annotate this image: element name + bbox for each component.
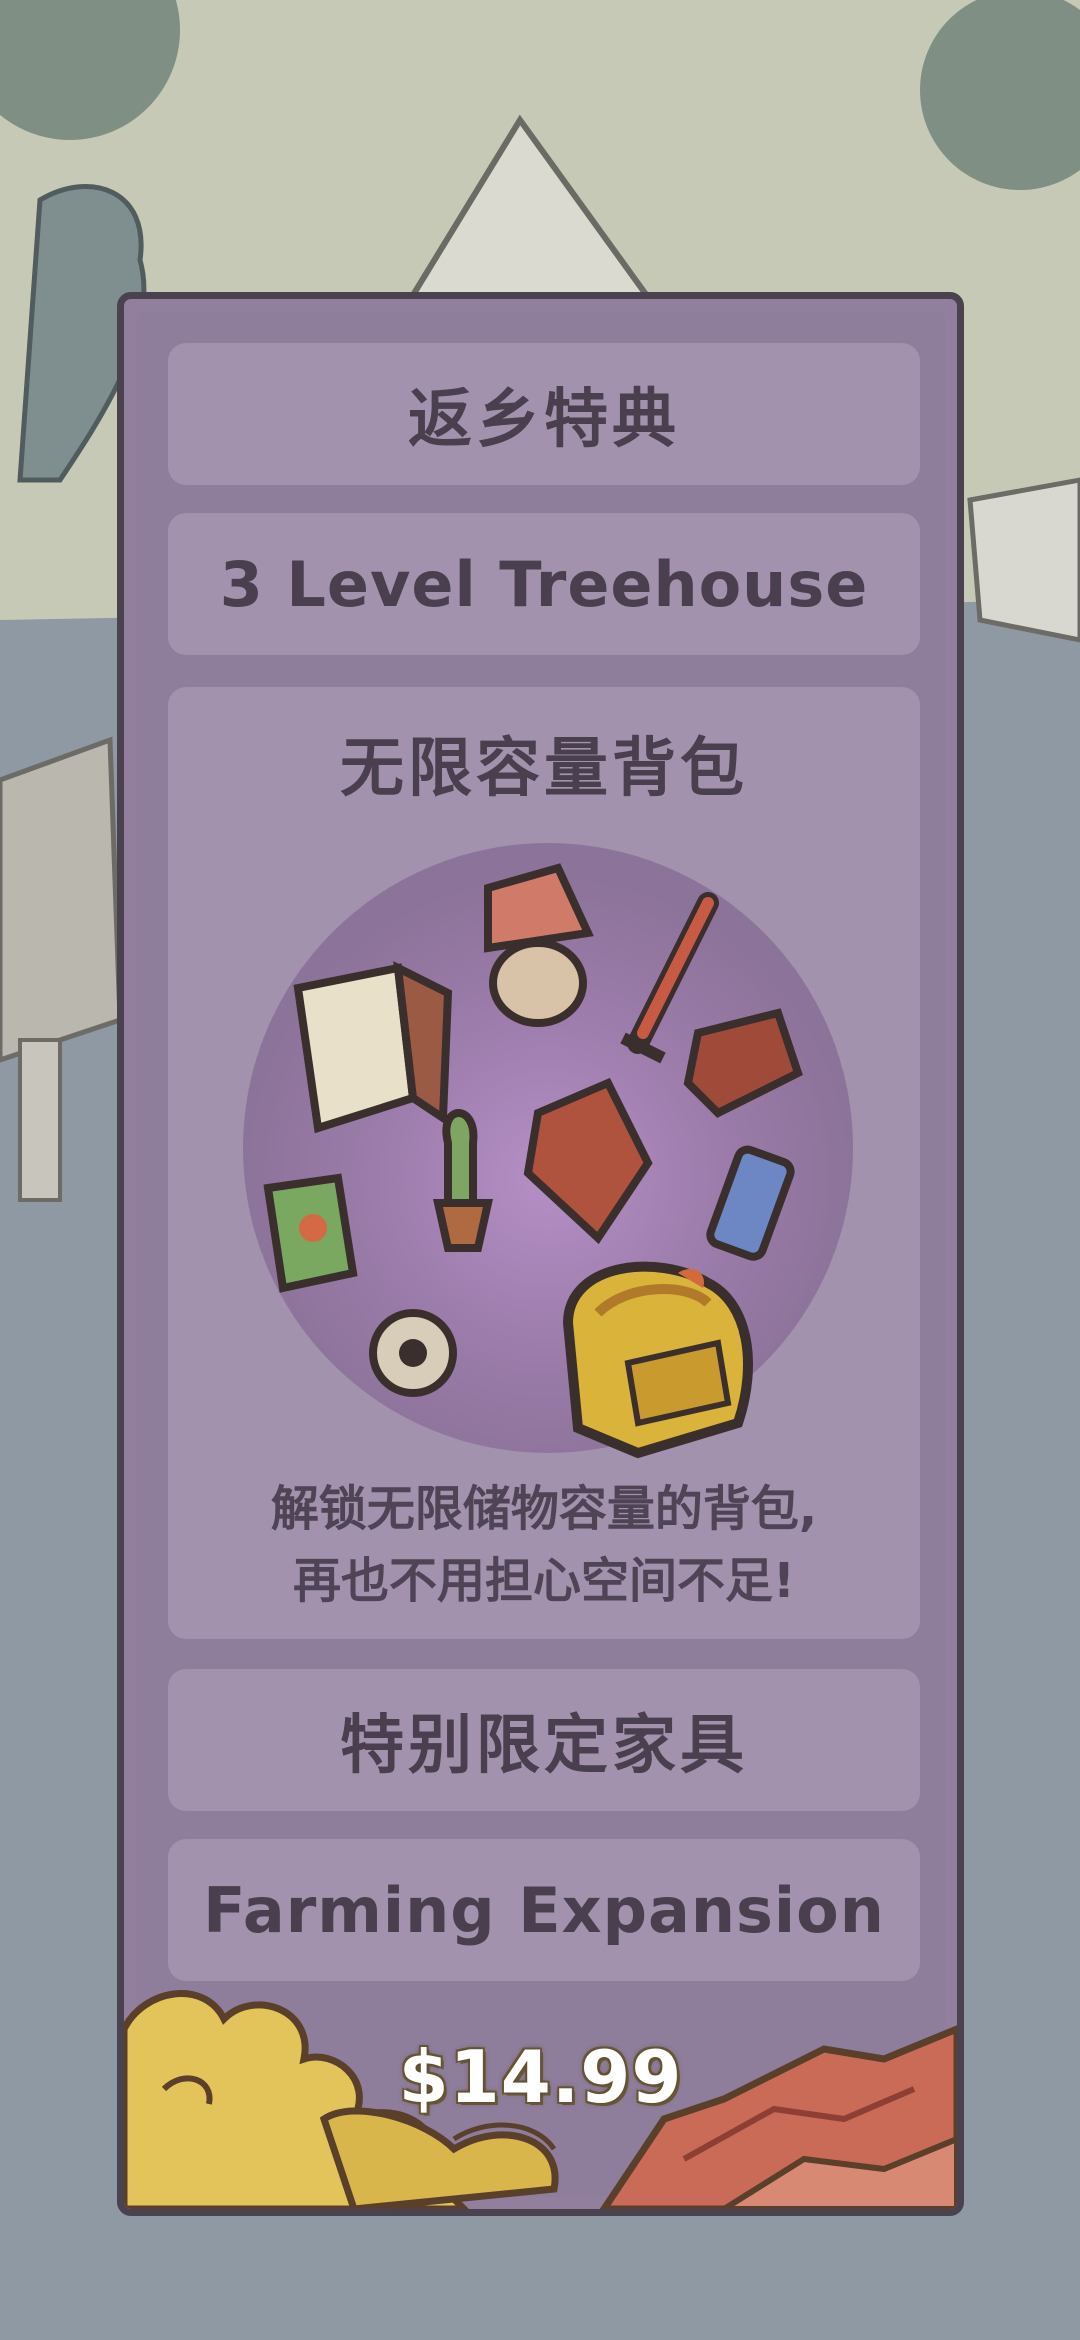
dock-icon [0, 736, 123, 1063]
backpack-illustration [243, 843, 853, 1459]
offer-item-backpack: 无限容量背包 解锁无限储物容量的背包, 再也不用担心空间不足! [168, 687, 920, 1639]
feature-description-line: 再也不用担心空间不足! [293, 1553, 795, 1609]
book-icon [263, 1173, 358, 1293]
offer-item-farming: Farming Expansion [168, 1839, 920, 1981]
feature-title: 无限容量背包 [340, 732, 748, 806]
feature-description: 解锁无限储物容量的背包, 再也不用担心空间不足! [168, 1473, 920, 1617]
ring-icon [369, 1309, 457, 1397]
feature-description-line: 解锁无限储物容量的背包, [270, 1481, 818, 1537]
offer-panel: 返乡特典 3 Level Treehouse 无限容量背包 解锁无限储物容量的背… [117, 292, 964, 2216]
offer-item-treehouse: 3 Level Treehouse [168, 513, 920, 655]
backpack-icon [562, 1261, 753, 1459]
offer-item-label: 特别限定家具 [340, 1709, 748, 1783]
game-screen: 返乡特典 3 Level Treehouse 无限容量背包 解锁无限储物容量的背… [0, 0, 1080, 2340]
offer-title-row: 返乡特典 [168, 343, 920, 485]
price-button[interactable]: $14.99 [124, 2035, 957, 2119]
offer-item-furniture: 特别限定家具 [168, 1669, 920, 1811]
offer-item-label: 3 Level Treehouse [219, 547, 869, 621]
offer-title: 返乡特典 [408, 383, 680, 457]
cabinet-icon [293, 961, 453, 1134]
offer-item-label: Farming Expansion [203, 1873, 885, 1947]
